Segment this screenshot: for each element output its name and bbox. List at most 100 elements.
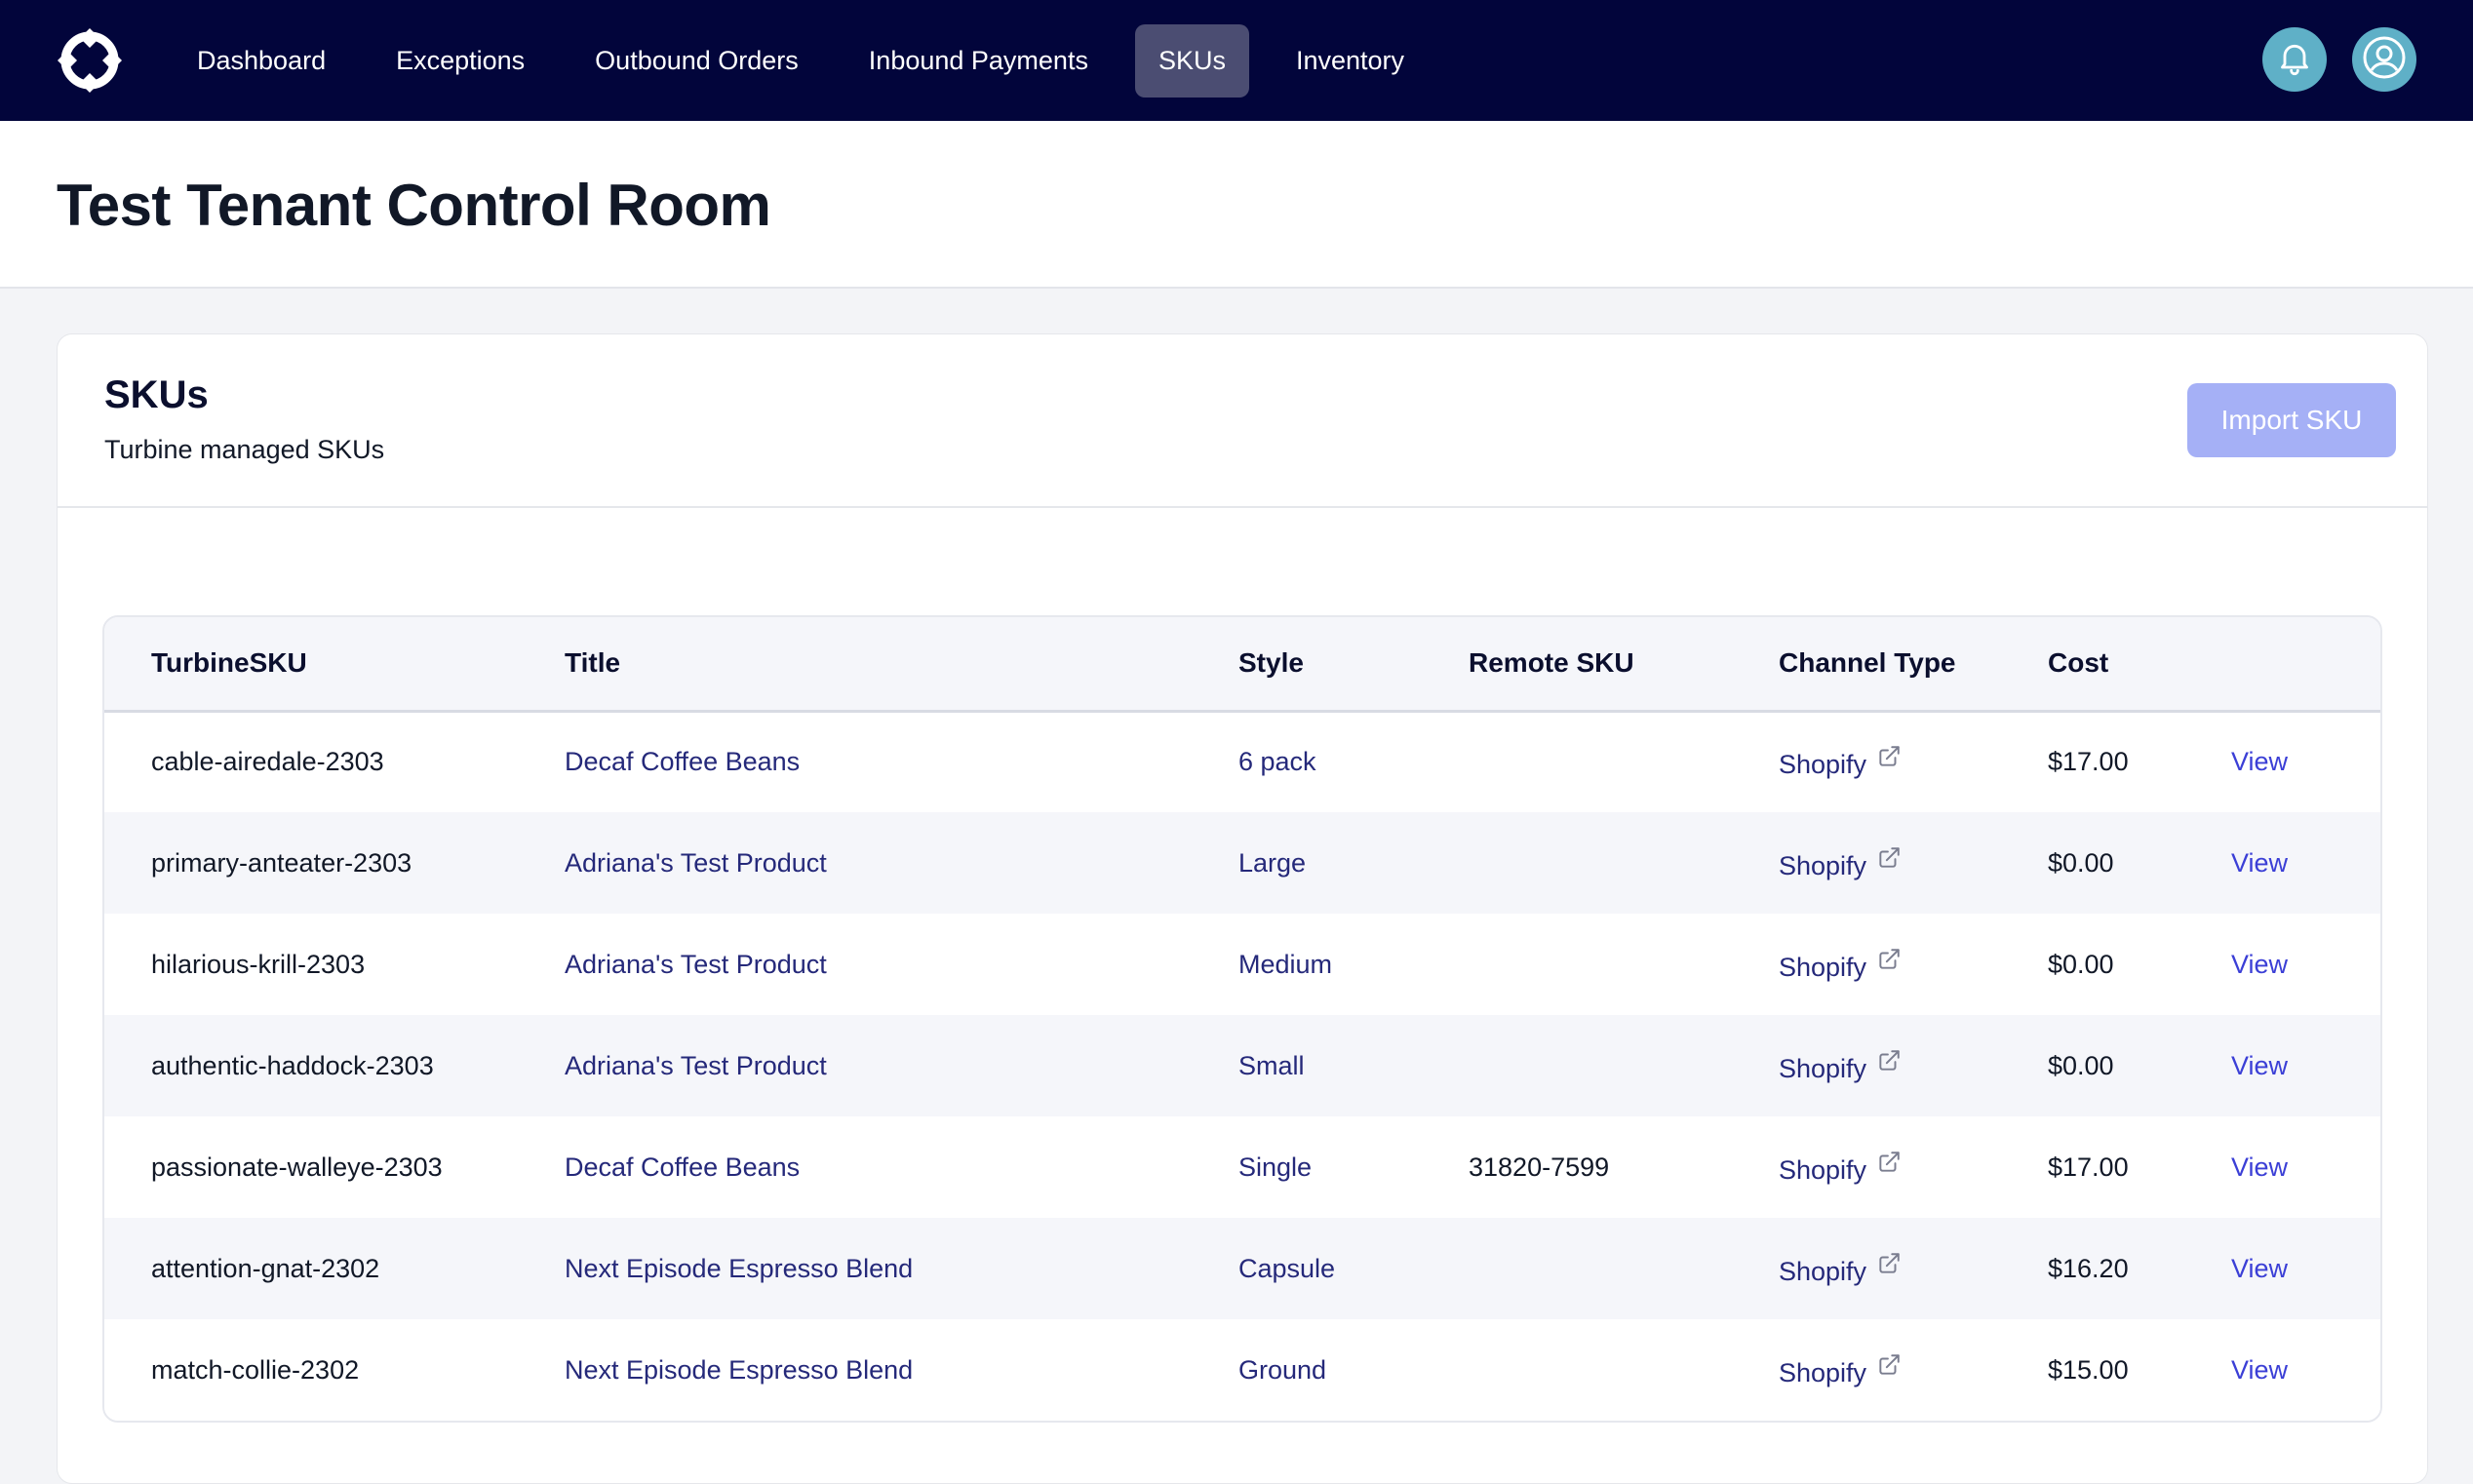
skus-card: SKUs Turbine managed SKUs Import SKU Tur… [57,333,2428,1484]
nav-item-outbound-orders[interactable]: Outbound Orders [571,24,822,98]
user-menu-button[interactable] [2352,27,2416,92]
title-link-text[interactable]: Next Episode Espresso Blend [565,1355,913,1385]
remote-sku [1469,1218,1779,1319]
view-link-text[interactable]: View [2231,848,2288,878]
channel-link[interactable]: Shopify [1779,914,2048,1015]
channel-link[interactable]: Shopify [1779,711,2048,812]
view-link-text[interactable]: View [2231,1152,2288,1182]
title-link[interactable]: Adriana's Test Product [565,914,1238,1015]
cost-text: $0.00 [2048,949,2114,979]
cost-text: $16.20 [2048,1253,2129,1283]
turbine-sku-text: authentic-haddock-2303 [151,1050,434,1080]
cost: $17.00 [2048,1116,2231,1218]
table-row: hilarious-krill-2303 Adriana's Test Prod… [104,914,2380,1015]
style-link[interactable]: Large [1238,812,1469,914]
skus-table: TurbineSKU Title Style Remote SKU Channe… [102,615,2382,1423]
title-link-text[interactable]: Adriana's Test Product [565,848,827,878]
turbine-sku: primary-anteater-2303 [104,812,565,914]
style-link-text[interactable]: Medium [1238,950,1332,979]
view-link[interactable]: View [2231,1319,2380,1421]
style-link[interactable]: Ground [1238,1319,1469,1421]
remote-sku: 31820-7599 [1469,1116,1779,1218]
title-link[interactable]: Next Episode Espresso Blend [565,1319,1238,1421]
cost-text: $15.00 [2048,1354,2129,1385]
channel-link-text[interactable]: Shopify [1779,953,1866,982]
cost-text: $17.00 [2048,747,2129,777]
view-link[interactable]: View [2231,812,2380,914]
channel-link-text[interactable]: Shopify [1779,1054,1866,1083]
view-link-text[interactable]: View [2231,747,2288,776]
channel-link[interactable]: Shopify [1779,1319,2048,1421]
title-link[interactable]: Decaf Coffee Beans [565,711,1238,812]
style-link[interactable]: Medium [1238,914,1469,1015]
title-link-text[interactable]: Adriana's Test Product [565,950,827,979]
external-link-icon [1876,1048,1902,1080]
external-link-icon [1876,1150,1902,1182]
style-link-text[interactable]: Single [1238,1152,1312,1182]
remote-sku [1469,1015,1779,1116]
style-link[interactable]: Capsule [1238,1218,1469,1319]
style-link-text[interactable]: Large [1238,848,1306,878]
logo-icon[interactable] [57,27,123,94]
top-navbar: Dashboard Exceptions Outbound Orders Inb… [0,0,2473,121]
title-link[interactable]: Adriana's Test Product [565,1015,1238,1116]
channel-link-text[interactable]: Shopify [1779,750,1866,779]
turbine-sku-text: cable-airedale-2303 [151,747,384,777]
view-link[interactable]: View [2231,1218,2380,1319]
view-link[interactable]: View [2231,1116,2380,1218]
cost-text: $17.00 [2048,1152,2129,1182]
title-link-text[interactable]: Decaf Coffee Beans [565,1152,800,1182]
channel-link-text[interactable]: Shopify [1779,1358,1866,1387]
style-link[interactable]: Single [1238,1116,1469,1218]
external-link-icon [1876,845,1902,878]
style-link-text[interactable]: Ground [1238,1355,1326,1385]
title-link[interactable]: Next Episode Espresso Blend [565,1218,1238,1319]
notifications-button[interactable] [2262,27,2327,92]
remote-sku [1469,1319,1779,1421]
style-link-text[interactable]: 6 pack [1238,747,1316,776]
view-link[interactable]: View [2231,711,2380,812]
table-row: primary-anteater-2303 Adriana's Test Pro… [104,812,2380,914]
nav-item-exceptions[interactable]: Exceptions [373,24,548,98]
external-link-icon [1876,947,1902,979]
channel-link-text[interactable]: Shopify [1779,1257,1866,1286]
view-link-text[interactable]: View [2231,1254,2288,1283]
card-subtitle: Turbine managed SKUs [104,435,385,464]
column-header-actions [2231,617,2380,711]
view-link-text[interactable]: View [2231,1051,2288,1080]
view-link-text[interactable]: View [2231,1355,2288,1385]
style-link-text[interactable]: Small [1238,1051,1305,1080]
title-link-text[interactable]: Decaf Coffee Beans [565,747,800,776]
channel-link[interactable]: Shopify [1779,1015,2048,1116]
view-link-text[interactable]: View [2231,950,2288,979]
column-header-cost: Cost [2048,647,2109,679]
turbine-sku-text: passionate-walleye-2303 [151,1152,443,1182]
remote-sku [1469,711,1779,812]
style-link[interactable]: Small [1238,1015,1469,1116]
style-link[interactable]: 6 pack [1238,711,1469,812]
view-link[interactable]: View [2231,1015,2380,1116]
title-link-text[interactable]: Adriana's Test Product [565,1051,827,1080]
title-link[interactable]: Decaf Coffee Beans [565,1116,1238,1218]
title-link-text[interactable]: Next Episode Espresso Blend [565,1254,913,1283]
channel-link[interactable]: Shopify [1779,812,2048,914]
style-link-text[interactable]: Capsule [1238,1254,1335,1283]
channel-link-text[interactable]: Shopify [1779,1155,1866,1185]
external-link-icon [1876,744,1902,776]
nav-item-inventory[interactable]: Inventory [1273,24,1428,98]
remote-sku [1469,812,1779,914]
channel-link[interactable]: Shopify [1779,1218,2048,1319]
channel-link[interactable]: Shopify [1779,1116,2048,1218]
remote-sku [1469,914,1779,1015]
turbine-sku: hilarious-krill-2303 [104,914,565,1015]
nav-item-inbound-payments[interactable]: Inbound Payments [845,24,1112,98]
table-row: passionate-walleye-2303 Decaf Coffee Bea… [104,1116,2380,1218]
nav-item-skus[interactable]: SKUs [1134,23,1249,98]
turbine-sku-text: primary-anteater-2303 [151,847,412,878]
cost: $15.00 [2048,1319,2231,1421]
import-sku-button[interactable]: Import SKU [2187,383,2396,457]
nav-item-dashboard[interactable]: Dashboard [174,24,349,98]
view-link[interactable]: View [2231,914,2380,1015]
channel-link-text[interactable]: Shopify [1779,851,1866,880]
title-link[interactable]: Adriana's Test Product [565,812,1238,914]
